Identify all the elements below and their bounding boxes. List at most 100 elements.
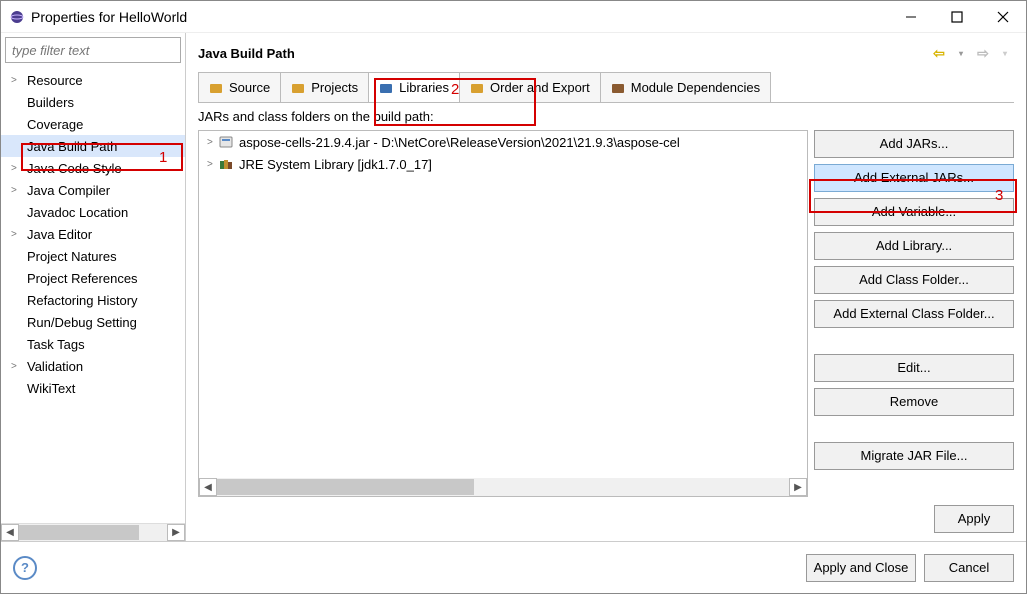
classpath-list[interactable]: > aspose-cells-21.9.4.jar - D:\NetCore\Re… <box>198 130 808 497</box>
sidebar-item-label: WikiText <box>23 381 75 396</box>
expand-icon: > <box>11 229 23 240</box>
sidebar-item-refactoring-history[interactable]: Refactoring History <box>1 289 185 311</box>
sidebar-item-label: Coverage <box>23 117 83 132</box>
tab-label: Module Dependencies <box>631 80 760 95</box>
sidebar-hscroll[interactable]: ◀ ▶ <box>1 523 185 541</box>
add-external-class-folder-button[interactable]: Add External Class Folder... <box>814 300 1014 328</box>
sidebar-item-run-debug-setting[interactable]: Run/Debug Setting <box>1 311 185 333</box>
classpath-entry[interactable]: > aspose-cells-21.9.4.jar - D:\NetCore\Re… <box>199 131 807 153</box>
eclipse-icon <box>9 9 25 25</box>
sidebar-item-java-code-style[interactable]: >Java Code Style <box>1 157 185 179</box>
sidebar-item-label: Java Build Path <box>23 139 117 154</box>
back-icon[interactable]: ⇦ <box>930 45 948 62</box>
sidebar-item-label: Javadoc Location <box>23 205 128 220</box>
sidebar-item-label: Builders <box>23 95 74 110</box>
close-icon <box>997 11 1009 23</box>
tab-label: Projects <box>311 80 358 95</box>
classpath-entry[interactable]: > JRE System Library [jdk1.7.0_17] <box>199 153 807 175</box>
list-caption: JARs and class folders on the build path… <box>198 109 1014 124</box>
add-library-button[interactable]: Add Library... <box>814 232 1014 260</box>
titlebar: Properties for HelloWorld <box>1 1 1026 33</box>
sidebar-item-label: Run/Debug Setting <box>23 315 137 330</box>
sidebar-item-label: Java Compiler <box>23 183 110 198</box>
add-external-jars-button[interactable]: Add External JARs... <box>814 164 1014 192</box>
content-pane: Java Build Path ⇦ ▾ ⇨ ▾ Source Projects Li… <box>186 33 1026 541</box>
tab-icon <box>611 81 625 95</box>
expand-icon: > <box>11 185 23 196</box>
sidebar-item-label: Project References <box>23 271 138 286</box>
tab-icon <box>291 81 305 95</box>
sidebar-item-project-references[interactable]: Project References <box>1 267 185 289</box>
list-scroll-right-icon[interactable]: ▶ <box>789 478 807 496</box>
sidebar-item-label: Java Code Style <box>23 161 122 176</box>
sidebar: >ResourceBuildersCoverageJava Build Path… <box>1 33 186 541</box>
cancel-button[interactable]: Cancel <box>924 554 1014 582</box>
tab-order-and-export[interactable]: Order and Export <box>459 72 601 102</box>
sidebar-item-label: Refactoring History <box>23 293 138 308</box>
sidebar-item-label: Java Editor <box>23 227 92 242</box>
list-scroll-thumb[interactable] <box>217 479 474 495</box>
tab-icon <box>209 81 223 95</box>
tab-icon <box>470 81 484 95</box>
scroll-right-icon[interactable]: ▶ <box>167 524 185 541</box>
list-scroll-track[interactable] <box>217 478 789 496</box>
sidebar-item-label: Task Tags <box>23 337 85 352</box>
minimize-button[interactable] <box>888 1 934 33</box>
dialog-footer: ? Apply and Close Cancel <box>1 541 1026 593</box>
nav-arrows: ⇦ ▾ ⇨ ▾ <box>930 45 1014 62</box>
page-title: Java Build Path <box>198 46 930 61</box>
tab-module-dependencies[interactable]: Module Dependencies <box>600 72 771 102</box>
maximize-button[interactable] <box>934 1 980 33</box>
expand-icon: > <box>11 75 23 86</box>
tab-projects[interactable]: Projects <box>280 72 369 102</box>
list-scroll-left-icon[interactable]: ◀ <box>199 478 217 496</box>
list-hscroll[interactable]: ◀ ▶ <box>199 478 807 496</box>
sidebar-item-validation[interactable]: >Validation <box>1 355 185 377</box>
close-button[interactable] <box>980 1 1026 33</box>
help-button[interactable]: ? <box>13 556 37 580</box>
sidebar-item-java-editor[interactable]: >Java Editor <box>1 223 185 245</box>
edit-button[interactable]: Edit... <box>814 354 1014 382</box>
tab-bar: Source Projects Libraries Order and Export M… <box>198 72 1014 103</box>
apply-button[interactable]: Apply <box>934 505 1014 533</box>
entry-label: JRE System Library [jdk1.7.0_17] <box>239 157 432 172</box>
migrate-jar-button[interactable]: Migrate JAR File... <box>814 442 1014 470</box>
scroll-track[interactable] <box>19 524 167 541</box>
tab-libraries[interactable]: Libraries <box>368 72 460 102</box>
expand-icon: > <box>11 361 23 372</box>
scroll-thumb[interactable] <box>19 525 139 540</box>
sidebar-item-builders[interactable]: Builders <box>1 91 185 113</box>
sidebar-item-wikitext[interactable]: WikiText <box>1 377 185 399</box>
tab-source[interactable]: Source <box>198 72 281 102</box>
sidebar-item-java-compiler[interactable]: >Java Compiler <box>1 179 185 201</box>
add-variable-button[interactable]: Add Variable... <box>814 198 1014 226</box>
expand-icon: > <box>207 159 219 170</box>
sidebar-item-label: Resource <box>23 73 83 88</box>
sidebar-item-coverage[interactable]: Coverage <box>1 113 185 135</box>
sidebar-item-resource[interactable]: >Resource <box>1 69 185 91</box>
entry-label: aspose-cells-21.9.4.jar - D:\NetCore\Rel… <box>239 135 680 150</box>
action-button-column: Add JARs... Add External JARs... Add Var… <box>814 130 1014 497</box>
maximize-icon <box>951 11 963 23</box>
tab-label: Libraries <box>399 80 449 95</box>
remove-button[interactable]: Remove <box>814 388 1014 416</box>
back-menu-icon[interactable]: ▾ <box>952 49 970 58</box>
forward-icon[interactable]: ⇨ <box>974 45 992 62</box>
sidebar-item-label: Validation <box>23 359 83 374</box>
sidebar-item-task-tags[interactable]: Task Tags <box>1 333 185 355</box>
filter-input[interactable] <box>5 37 181 63</box>
expand-icon: > <box>11 163 23 174</box>
tab-label: Order and Export <box>490 80 590 95</box>
add-jars-button[interactable]: Add JARs... <box>814 130 1014 158</box>
jar-icon <box>219 135 235 149</box>
category-tree[interactable]: >ResourceBuildersCoverageJava Build Path… <box>1 67 185 523</box>
add-class-folder-button[interactable]: Add Class Folder... <box>814 266 1014 294</box>
expand-icon: > <box>207 137 219 148</box>
sidebar-item-javadoc-location[interactable]: Javadoc Location <box>1 201 185 223</box>
forward-menu-icon[interactable]: ▾ <box>996 49 1014 58</box>
sidebar-item-project-natures[interactable]: Project Natures <box>1 245 185 267</box>
sidebar-item-java-build-path[interactable]: Java Build Path <box>1 135 185 157</box>
scroll-left-icon[interactable]: ◀ <box>1 524 19 541</box>
apply-and-close-button[interactable]: Apply and Close <box>806 554 916 582</box>
tab-label: Source <box>229 80 270 95</box>
